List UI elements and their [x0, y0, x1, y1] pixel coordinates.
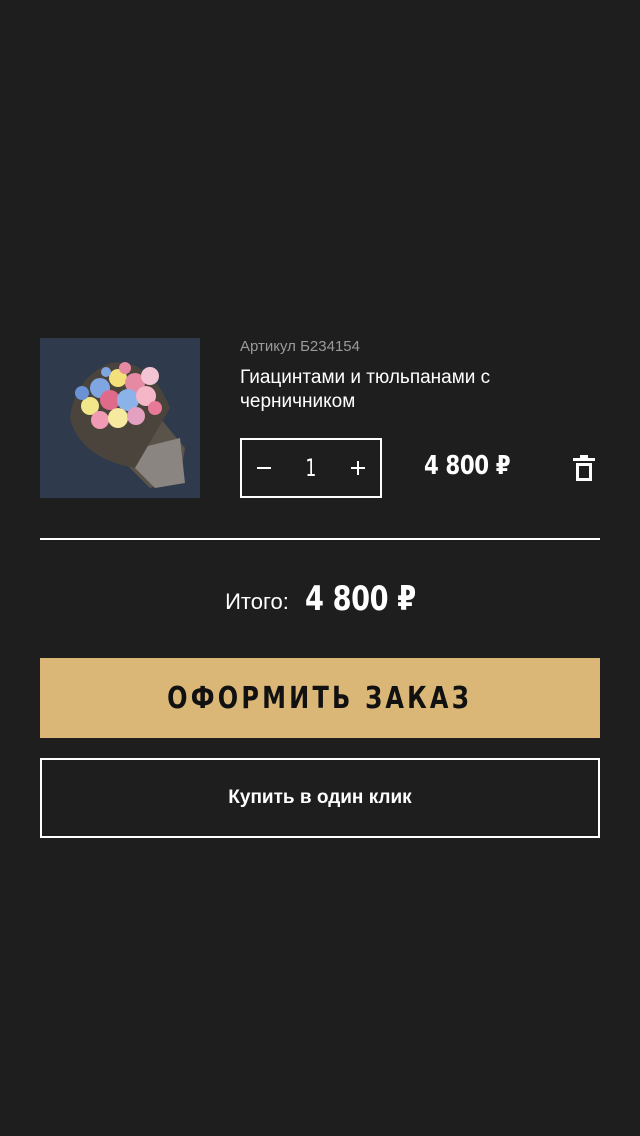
plus-icon	[350, 461, 365, 475]
checkout-button[interactable]: ОФОРМИТЬ ЗАКАЗ	[40, 658, 600, 738]
product-image[interactable]	[40, 338, 200, 498]
flower-bouquet-image	[40, 338, 200, 498]
item-price: 4 800 ₽	[424, 451, 511, 481]
delete-item-button[interactable]	[570, 452, 598, 484]
minus-icon	[257, 467, 271, 469]
checkout-button-label: ОФОРМИТЬ ЗАКАЗ	[167, 680, 473, 716]
buy-one-click-label: Купить в один клик	[228, 787, 412, 808]
divider	[40, 538, 600, 540]
trash-icon	[573, 455, 595, 481]
total-row: Итого: 4 800 ₽	[0, 574, 640, 624]
quantity-value[interactable]: 1	[305, 454, 316, 482]
decrement-button[interactable]	[242, 440, 286, 496]
buy-one-click-button[interactable]: Купить в один клик	[40, 758, 600, 838]
product-name[interactable]: Гиацинтами и тюльпанами с черничником	[240, 366, 540, 414]
total-value: 4 800 ₽	[304, 579, 416, 619]
quantity-stepper: 1	[240, 438, 382, 498]
total-label: Итого:	[225, 589, 289, 614]
product-article: Артикул Б234154	[240, 338, 360, 355]
increment-button[interactable]	[336, 440, 380, 496]
cart-item: Артикул Б234154 Гиацинтами и тюльпанами …	[40, 338, 600, 498]
